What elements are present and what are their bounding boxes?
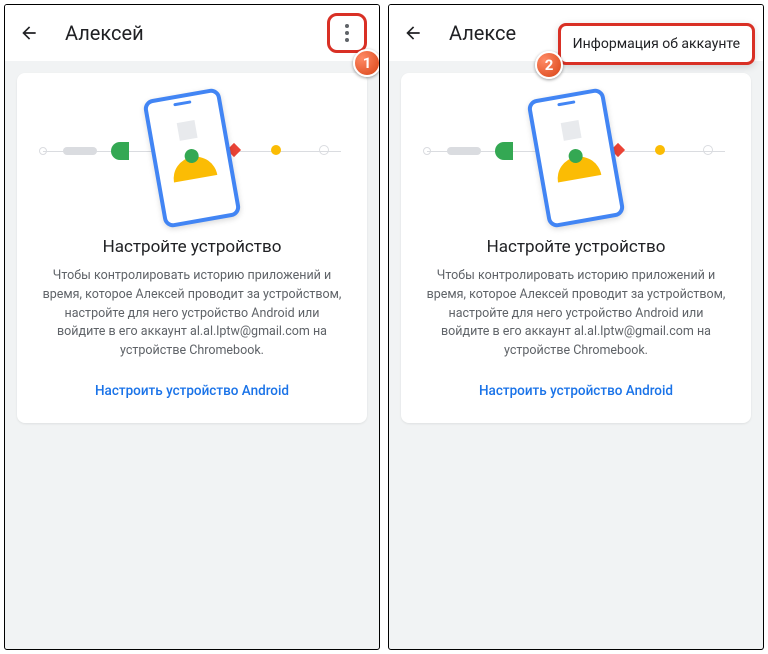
more-button-highlight: [327, 13, 367, 53]
card-body: Чтобы контролировать историю приложений …: [33, 267, 351, 361]
back-icon[interactable]: [17, 21, 41, 45]
page-title: Алексей: [65, 21, 144, 45]
menu-popup-highlight: Информация об аккаунте: [558, 23, 755, 65]
annotation-badge-2: 2: [535, 51, 563, 79]
page-title: Алексе: [449, 21, 516, 45]
back-icon[interactable]: [401, 21, 425, 45]
setup-card: Настройте устройство Чтобы контролироват…: [17, 73, 367, 423]
card-heading: Настройте устройство: [417, 237, 735, 257]
topbar: Алексей 1: [5, 5, 379, 61]
phone-icon: [526, 87, 625, 229]
illustration: [417, 93, 735, 223]
illustration: [33, 93, 351, 223]
setup-card: Настройте устройство Чтобы контролироват…: [401, 73, 751, 423]
screen-left: Алексей 1 Настройте устройство Чтобы кон…: [4, 4, 380, 650]
annotation-badge-1: 1: [353, 49, 380, 77]
screen-right: Алексе Информация об аккаунте 2 Настройт…: [388, 4, 764, 650]
setup-android-link[interactable]: Настроить устройство Android: [33, 383, 351, 399]
card-body: Чтобы контролировать историю приложений …: [417, 267, 735, 361]
setup-android-link[interactable]: Настроить устройство Android: [417, 383, 735, 399]
topbar: Алексе Информация об аккаунте 2: [389, 5, 763, 61]
menu-item-account-info[interactable]: Информация об аккаунте: [573, 36, 740, 52]
phone-icon: [142, 87, 241, 229]
more-icon[interactable]: [345, 24, 349, 42]
card-heading: Настройте устройство: [33, 237, 351, 257]
